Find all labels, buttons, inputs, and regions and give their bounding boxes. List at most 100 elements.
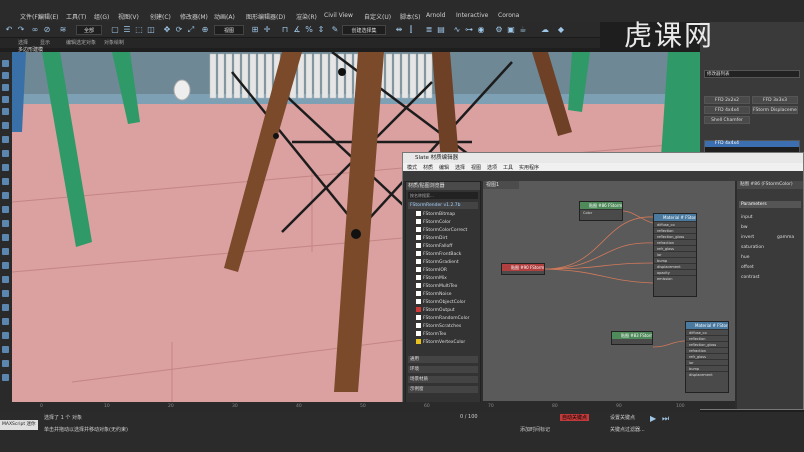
tool-icon[interactable] xyxy=(2,332,9,339)
node-color-map[interactable]: 贴图 #86 FStormColor Color xyxy=(579,201,623,221)
menu-item[interactable]: 图形编辑器(D) xyxy=(246,12,285,21)
menu-item[interactable]: 脚本(S) xyxy=(400,12,421,21)
node-view[interactable]: 视图1 贴图 #86 FStormColor Color Material # … xyxy=(483,181,735,401)
menu-item[interactable]: Interactive xyxy=(456,12,488,19)
scene-explorer-icon[interactable]: ▤ xyxy=(436,25,446,35)
slate-menu-item[interactable]: 材质 xyxy=(423,164,433,171)
menu-item[interactable]: 修改器(M) xyxy=(180,12,208,21)
tool-icon[interactable] xyxy=(2,234,9,241)
group-header[interactable]: 通用 xyxy=(408,356,478,363)
map-item[interactable]: FStormColorCorrect xyxy=(416,227,478,234)
modifier-button[interactable]: FStorm Displacement xyxy=(752,106,798,114)
group-header[interactable]: 环境 xyxy=(408,366,478,373)
auto-key-button[interactable]: 自动关键点 xyxy=(560,414,590,421)
tool-icon[interactable] xyxy=(2,206,9,213)
ribbon-tab[interactable]: 选择 xyxy=(18,39,28,46)
slate-menu-item[interactable]: 工具 xyxy=(503,164,513,171)
map-item[interactable]: FStormIOR xyxy=(416,267,478,274)
named-selection-icon[interactable]: ✎ xyxy=(330,25,340,35)
group-header[interactable]: 场景材质 xyxy=(408,376,478,383)
render-icon[interactable]: ☕ xyxy=(518,25,528,35)
render-frame-icon[interactable]: ▣ xyxy=(506,25,516,35)
map-item[interactable]: FStormDirt xyxy=(416,235,478,242)
key-filters-button[interactable]: 关键点过滤器... xyxy=(610,426,645,433)
named-selection-dropdown[interactable]: 创建选择集 xyxy=(342,25,386,35)
menu-item[interactable]: Civil View xyxy=(324,12,353,19)
menu-item[interactable]: 自定义(U) xyxy=(364,12,391,21)
add-time-tag[interactable]: 添加时间标记 xyxy=(520,426,550,433)
tool-icon[interactable] xyxy=(2,136,9,143)
map-item[interactable]: FStormFrontBack xyxy=(416,251,478,258)
browser-search-input[interactable]: 按名称搜索... xyxy=(408,192,478,199)
tool-icon[interactable] xyxy=(2,318,9,325)
move-icon[interactable]: ✥ xyxy=(162,25,172,35)
tool-icon[interactable] xyxy=(2,346,9,353)
maxscript-listener[interactable]: MAXScript 迷你 xyxy=(0,420,38,430)
menu-item[interactable]: 工具(T) xyxy=(66,12,86,21)
layer-icon[interactable]: ≣ xyxy=(424,25,434,35)
modifier-button[interactable]: Shell Chamfer xyxy=(704,116,750,124)
ribbon-tab[interactable]: 显示 xyxy=(40,39,50,46)
percent-snap-icon[interactable]: % xyxy=(304,25,314,35)
params-rollout[interactable]: Parameters xyxy=(739,201,801,208)
map-item[interactable]: FStormRandomColor xyxy=(416,315,478,322)
render-cloud-icon[interactable]: ☁ xyxy=(540,25,550,35)
tool-icon[interactable] xyxy=(2,122,9,129)
tool-icon[interactable] xyxy=(2,150,9,157)
curve-editor-icon[interactable]: ∿ xyxy=(452,25,462,35)
slate-menu-item[interactable]: 编辑 xyxy=(439,164,449,171)
map-item[interactable]: FStormFalloff xyxy=(416,243,478,250)
tool-icon[interactable] xyxy=(2,60,9,67)
menu-item[interactable]: 渲染(R) xyxy=(296,12,317,21)
map-item[interactable]: FStormMultiTex xyxy=(416,283,478,290)
menu-item[interactable]: 编辑(E) xyxy=(38,12,58,21)
tool-icon[interactable] xyxy=(2,262,9,269)
stack-item[interactable]: FFD 4x4x4 xyxy=(705,141,799,147)
tool-icon[interactable] xyxy=(2,178,9,185)
link-icon[interactable]: ∞ xyxy=(30,25,40,35)
tool-icon[interactable] xyxy=(2,304,9,311)
angle-snap-icon[interactable]: ∡ xyxy=(292,25,302,35)
modifier-button[interactable]: FFD 3x3x3 xyxy=(752,96,798,104)
schematic-icon[interactable]: ⊶ xyxy=(464,25,474,35)
map-item[interactable]: FStormColor xyxy=(416,219,478,226)
slate-menu-item[interactable]: 选择 xyxy=(455,164,465,171)
pivot-icon[interactable]: ⊞ xyxy=(250,25,260,35)
menu-item[interactable]: Corona xyxy=(498,12,519,19)
viewport-label[interactable]: 多边形建模 xyxy=(18,46,43,53)
tool-icon[interactable] xyxy=(2,374,9,381)
slate-menu-item[interactable]: 模式 xyxy=(407,164,417,171)
bind-icon[interactable]: ≋ xyxy=(58,25,68,35)
frame-counter[interactable]: 0 / 100 xyxy=(460,414,478,420)
unlink-icon[interactable]: ⊘ xyxy=(42,25,52,35)
set-key-button[interactable]: 设置关键点 xyxy=(610,414,635,421)
tool-icon[interactable] xyxy=(2,108,9,115)
select-manip-icon[interactable]: ✛ xyxy=(262,25,272,35)
node-bitmap[interactable]: 贴图 #90 FStormBitmap xyxy=(501,263,545,275)
tool-icon[interactable] xyxy=(2,360,9,367)
map-item[interactable]: FStormNoise xyxy=(416,291,478,298)
reference-coord-dropdown[interactable]: 视图 xyxy=(214,25,244,35)
tool-icon[interactable] xyxy=(2,164,9,171)
tool-icon[interactable] xyxy=(2,248,9,255)
tool-icon[interactable] xyxy=(2,192,9,199)
tool-icon[interactable] xyxy=(2,96,9,103)
spinner-snap-icon[interactable]: ⇕ xyxy=(316,25,326,35)
align-icon[interactable]: ⫿ xyxy=(406,25,416,35)
placement-icon[interactable]: ⊕ xyxy=(200,25,210,35)
rect-select-icon[interactable]: ⬚ xyxy=(134,25,144,35)
menu-item[interactable]: 组(G) xyxy=(94,12,109,21)
map-item[interactable]: FStormTex xyxy=(416,331,478,338)
slate-menu-item[interactable]: 选项 xyxy=(487,164,497,171)
play-icon[interactable]: ▶ xyxy=(650,414,656,423)
ribbon-tab[interactable]: 编辑选定对象 xyxy=(66,39,96,46)
tool-icon[interactable] xyxy=(2,290,9,297)
tool-icon[interactable] xyxy=(2,84,9,91)
menu-item[interactable]: 视图(V) xyxy=(118,12,139,21)
fstorm-icon[interactable]: ◆ xyxy=(556,25,566,35)
map-item[interactable]: FStormVertexColor xyxy=(416,339,478,346)
map-item[interactable]: FStormScratches xyxy=(416,323,478,330)
menu-item[interactable]: Arnold xyxy=(426,12,445,19)
modifier-button[interactable]: FFD 2x2x2 xyxy=(704,96,750,104)
undo-icon[interactable]: ↶ xyxy=(4,25,14,35)
